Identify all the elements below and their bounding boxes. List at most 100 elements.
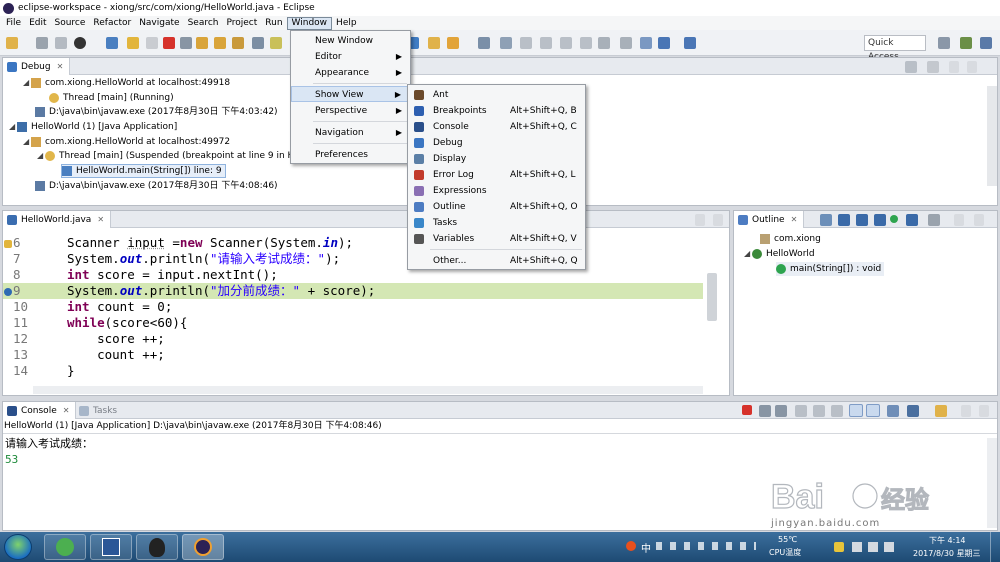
tree-row-target-2[interactable]: ◢ com.xiong.HelloWorld at localhost:4997… (23, 135, 230, 149)
security-icon[interactable] (834, 542, 844, 552)
maximize-icon[interactable] (974, 214, 984, 226)
last-edit-icon[interactable] (640, 37, 652, 49)
view-item-ant[interactable]: Ant (408, 87, 585, 103)
remove-launch-icon[interactable] (759, 405, 771, 417)
tree-row-thread-1[interactable]: Thread [main] (Running) (49, 91, 174, 105)
tree-row-launch[interactable]: ◢ HelloWorld (1) [Java Application] (9, 120, 177, 134)
menu-item-navigation[interactable]: Navigation ▶ (291, 125, 410, 141)
disconnect-icon[interactable] (180, 37, 192, 49)
network-icon[interactable] (868, 542, 878, 552)
view-menu-icon[interactable] (905, 61, 917, 73)
remove-all-icon[interactable] (775, 405, 787, 417)
clock-time[interactable]: 下午 4:14 (929, 535, 966, 546)
menu-project[interactable]: Project (222, 17, 261, 30)
display-console-icon[interactable] (907, 405, 919, 417)
open-perspective-icon[interactable] (938, 37, 950, 49)
view-item-expressions[interactable]: Expressions (408, 183, 585, 199)
open-type-icon[interactable] (428, 37, 440, 49)
tree-row-process-1[interactable]: D:\java\bin\javaw.exe (2017年8月30日 下午4:03… (35, 105, 278, 119)
view-item-display[interactable]: Display (408, 151, 585, 167)
hide-static-icon[interactable] (856, 214, 868, 226)
maximize-icon[interactable] (967, 61, 977, 73)
block-selection-icon[interactable] (540, 37, 552, 49)
tab-tasks[interactable]: Tasks (75, 402, 123, 419)
save-icon[interactable] (36, 37, 48, 49)
minimize-icon[interactable] (695, 214, 705, 226)
clear-console-icon[interactable] (795, 405, 807, 417)
resume-icon[interactable] (127, 37, 139, 49)
suspend-icon[interactable] (146, 37, 158, 49)
menu-navigate[interactable]: Navigate (135, 17, 183, 30)
outline-item-class[interactable]: ◢ HelloWorld (744, 247, 815, 261)
tree-row-target-1[interactable]: ◢ com.xiong.HelloWorld at localhost:4991… (23, 76, 230, 90)
view-item-error-log[interactable]: Error Log Alt+Shift+Q, L (408, 167, 585, 183)
word-wrap-icon[interactable] (831, 405, 843, 417)
step-return-icon[interactable] (232, 37, 244, 49)
menu-help[interactable]: Help (332, 17, 361, 30)
toggle-mark-icon[interactable] (520, 37, 532, 49)
close-icon[interactable]: ✕ (791, 215, 798, 224)
open-console-icon[interactable] (935, 405, 947, 417)
editor-scrollbar-thumb[interactable] (707, 273, 717, 321)
save-all-icon[interactable] (55, 37, 67, 49)
tab-console[interactable]: Console ✕ (3, 402, 77, 419)
link-editor-icon[interactable] (906, 214, 918, 226)
minimize-icon[interactable] (949, 61, 959, 73)
search-icon[interactable] (478, 37, 490, 49)
menu-item-perspective[interactable]: Perspective ▶ (291, 103, 410, 119)
hide-local-types-icon[interactable] (890, 215, 898, 223)
code-editor[interactable]: 6 Scanner input =new Scanner(System.in); … (3, 229, 703, 391)
hide-nonpublic-icon[interactable] (874, 214, 886, 226)
console-scrollbar[interactable] (987, 438, 997, 528)
close-icon[interactable]: ✕ (97, 215, 104, 224)
new-icon[interactable] (6, 37, 18, 49)
drop-to-frame-icon[interactable] (252, 37, 264, 49)
prev-annotation-icon[interactable] (620, 37, 632, 49)
hide-fields-icon[interactable] (838, 214, 850, 226)
view-item-other[interactable]: Other... Alt+Shift+Q, Q (408, 253, 585, 269)
annotation-icon[interactable] (500, 37, 512, 49)
quick-access-field[interactable]: Quick Access (864, 35, 926, 62)
menu-item-editor[interactable]: Editor ▶ (291, 49, 410, 65)
debug-perspective-icon[interactable] (980, 37, 992, 49)
collapse-icon[interactable] (927, 61, 939, 73)
show-stdout-icon[interactable] (849, 404, 863, 417)
minimize-icon[interactable] (961, 405, 971, 417)
show-desktop-button[interactable] (990, 532, 1000, 562)
next-annotation-icon[interactable] (598, 37, 610, 49)
menu-item-new-window[interactable]: New Window (291, 33, 410, 49)
taskbar-app-qq[interactable] (136, 534, 178, 560)
ime-toolbar-icons[interactable] (656, 542, 756, 550)
terminate-icon[interactable] (163, 37, 175, 49)
tree-row-thread-2[interactable]: ◢ Thread [main] (Suspended (breakpoint a… (37, 149, 300, 163)
tree-row-process-2[interactable]: D:\java\bin\javaw.exe (2017年8月30日 下午4:08… (35, 179, 278, 193)
menu-item-preferences[interactable]: Preferences (291, 147, 410, 163)
view-item-console[interactable]: Console Alt+Shift+Q, C (408, 119, 585, 135)
close-icon[interactable]: ✕ (57, 62, 64, 71)
editor-hscrollbar[interactable] (33, 386, 703, 394)
tab-outline[interactable]: Outline ✕ (734, 211, 805, 228)
view-menu-icon[interactable] (928, 214, 940, 226)
show-whitespace-icon[interactable] (580, 37, 592, 49)
menu-run[interactable]: Run (261, 17, 286, 30)
terminate-icon[interactable] (742, 405, 752, 415)
maximize-icon[interactable] (713, 214, 723, 226)
close-icon[interactable]: ✕ (63, 406, 70, 415)
use-step-filters-icon[interactable] (270, 37, 282, 49)
menu-item-appearance[interactable]: Appearance ▶ (291, 65, 410, 81)
step-over-icon[interactable] (214, 37, 226, 49)
view-item-debug[interactable]: Debug (408, 135, 585, 151)
view-item-tasks[interactable]: Tasks (408, 215, 585, 231)
menu-search[interactable]: Search (184, 17, 223, 30)
outline-item-method[interactable]: main(String[]) : void (776, 262, 885, 276)
menu-window[interactable]: Window (286, 16, 333, 30)
view-item-outline[interactable]: Outline Alt+Shift+Q, O (408, 199, 585, 215)
back-icon[interactable] (658, 37, 670, 49)
view-item-breakpoints[interactable]: Breakpoints Alt+Shift+Q, B (408, 103, 585, 119)
sogou-icon[interactable] (626, 541, 636, 551)
forward-icon[interactable] (684, 37, 696, 49)
step-into-icon[interactable] (196, 37, 208, 49)
menu-item-show-view[interactable]: Show View ▶ (291, 86, 410, 102)
clock-date[interactable]: 2017/8/30 星期三 (913, 548, 981, 559)
open-task-icon[interactable] (447, 37, 459, 49)
